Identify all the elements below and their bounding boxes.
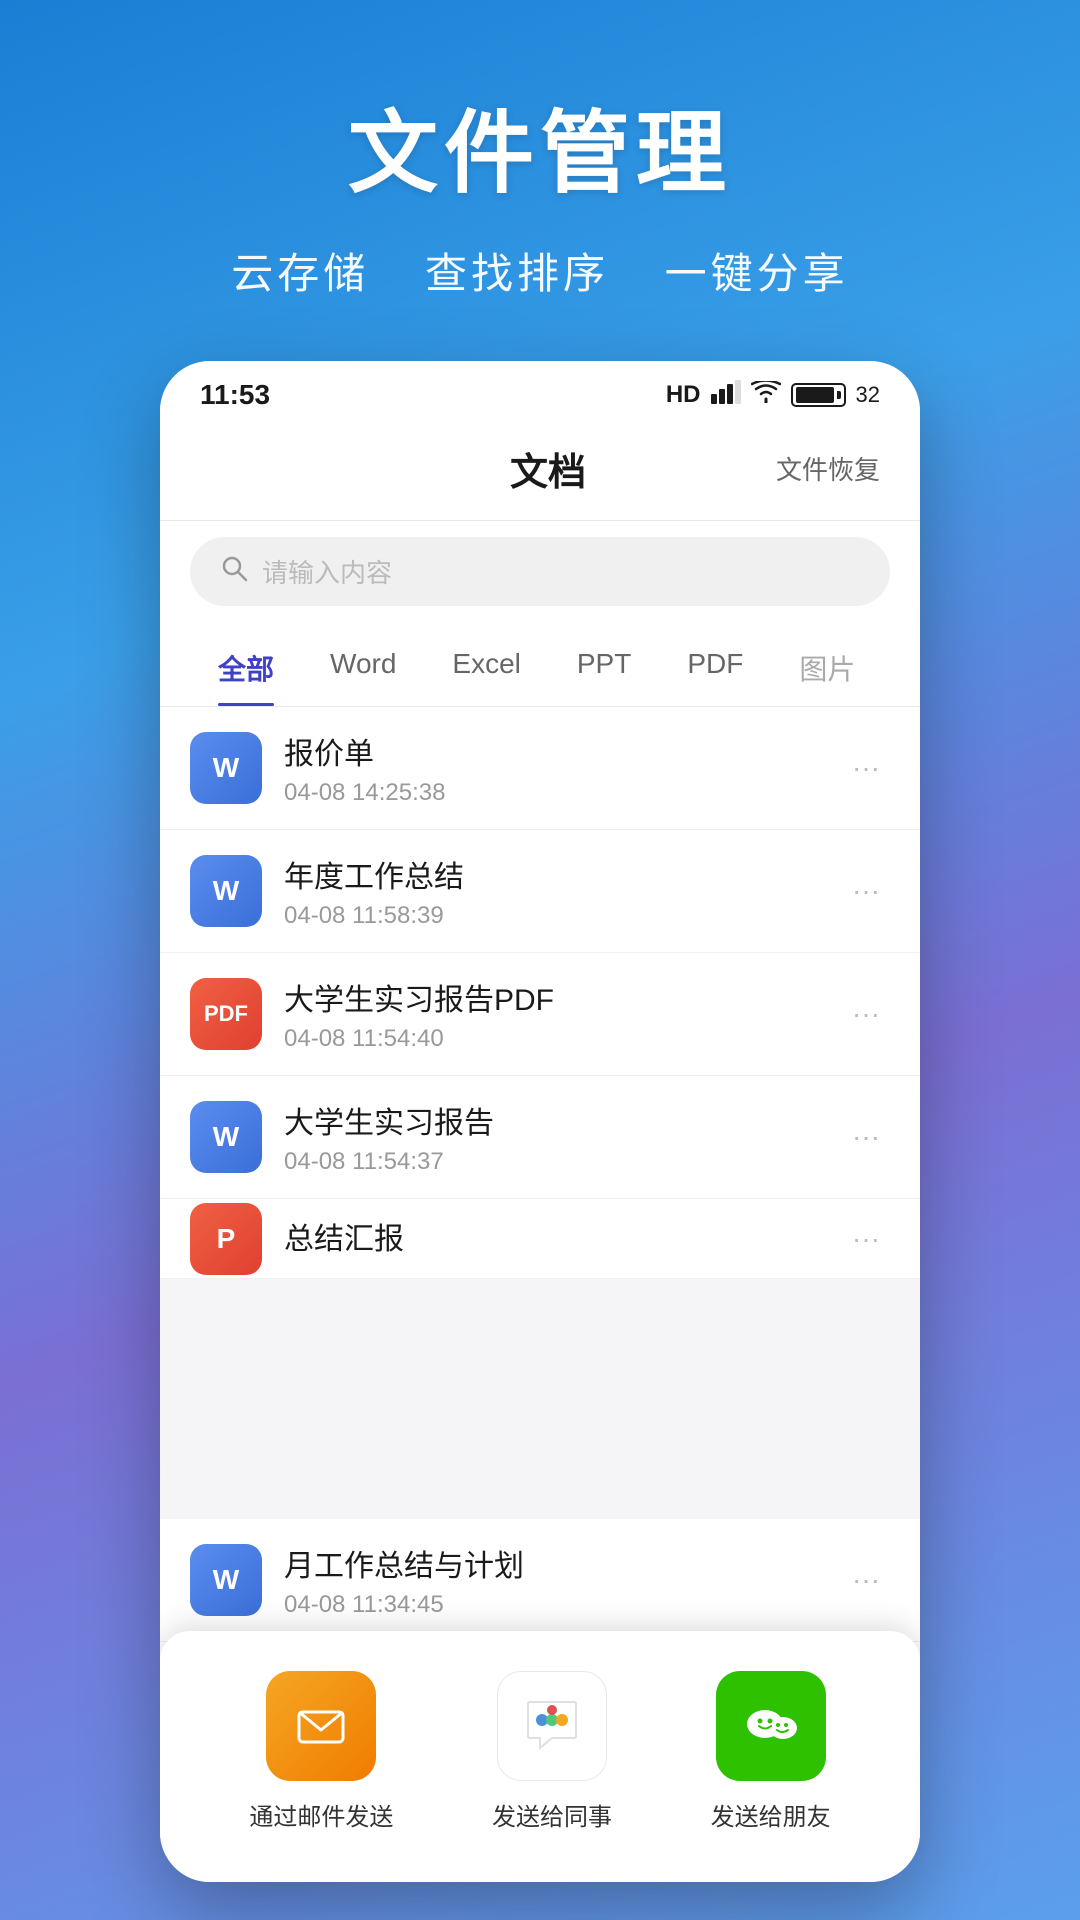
wechat-icon-svg [737,1692,805,1760]
file-item[interactable]: W 年度工作总结 04-08 11:58:39 ··· [160,830,920,953]
word-file-icon: W [190,1544,262,1616]
status-bar: 11:53 HD [160,361,920,421]
tab-all[interactable]: 全部 [190,626,302,706]
file-name: 月工作总结与计划 [284,1541,842,1585]
file-info: 年度工作总结 04-08 11:58:39 [284,852,842,930]
tab-img[interactable]: 图片 [771,626,883,706]
word-file-icon: W [190,1101,262,1173]
app-header: 文档 文件恢复 [160,421,920,521]
search-bar[interactable]: 请输入内容 [190,537,890,606]
email-share-icon [266,1671,376,1781]
tab-word[interactable]: Word [302,626,424,706]
email-icon-svg [291,1696,351,1756]
share-option-email[interactable]: 通过邮件发送 [249,1671,393,1832]
file-date: 04-08 11:58:39 [284,902,842,930]
phone-wrapper: 11:53 HD [0,361,1080,1882]
file-item[interactable]: W 报价单 04-08 14:25:38 ··· [160,707,920,830]
status-icons: HD [666,380,880,410]
search-container: 请输入内容 [160,521,920,626]
header-subtitle: 云存储 查找排序 一键分享 [40,240,1040,301]
file-name: 年度工作总结 [284,852,842,896]
battery-tip [837,391,841,399]
app-main-title: 文件管理 [40,80,1040,210]
more-options-button[interactable]: ··· [842,988,890,1040]
battery-level: 32 [856,382,880,408]
file-date: 04-08 14:25:38 [284,779,842,807]
ppt-file-icon: P [190,1203,262,1275]
subtitle-share: 一键分享 [665,250,849,297]
file-date: 04-08 11:34:45 [284,1591,842,1619]
wechat-share-icon [716,1671,826,1781]
file-item[interactable]: PDF 大学生实习报告PDF 04-08 11:54:40 ··· [160,953,920,1076]
more-options-button[interactable]: ··· [842,1554,890,1606]
tab-ppt[interactable]: PPT [549,626,659,706]
search-icon [220,554,248,589]
status-time: 11:53 [200,379,270,411]
more-options-button[interactable]: ··· [842,742,890,794]
word-file-icon: W [190,855,262,927]
subtitle-search: 查找排序 [425,250,609,297]
file-name: 大学生实习报告PDF [284,975,842,1019]
file-name: 大学生实习报告 [284,1098,842,1142]
wifi-icon [751,381,781,409]
page-title: 文档 [320,441,776,496]
file-info: 大学生实习报告PDF 04-08 11:54:40 [284,975,842,1053]
tab-excel[interactable]: Excel [424,626,548,706]
file-name: 总结汇报 [284,1214,842,1258]
battery-fill [796,387,834,403]
share-popup: 通过邮件发送 发送 [160,1631,920,1882]
file-info: 总结汇报 [284,1214,842,1264]
file-date: 04-08 11:54:40 [284,1025,842,1053]
share-options: 通过邮件发送 发送 [200,1671,880,1832]
file-info: 大学生实习报告 04-08 11:54:37 [284,1098,842,1176]
more-options-button[interactable]: ··· [842,1213,890,1265]
subtitle-cloud: 云存储 [231,250,369,297]
phone-container: 11:53 HD [160,361,920,1882]
more-options-button[interactable]: ··· [842,1111,890,1163]
file-list-upper: W 报价单 04-08 14:25:38 ··· W 年度工作总结 04-08 … [160,707,920,1279]
email-share-label: 通过邮件发送 [249,1797,393,1832]
battery-icon [791,383,846,407]
word-file-icon: W [190,732,262,804]
file-date: 04-08 11:54:37 [284,1148,842,1176]
share-option-colleague[interactable]: 发送给同事 [492,1671,612,1832]
tab-pdf[interactable]: PDF [659,626,771,706]
signal-bars-icon [711,380,741,410]
search-input-placeholder: 请输入内容 [262,553,392,590]
file-info: 报价单 04-08 14:25:38 [284,729,842,807]
pdf-file-icon: PDF [190,978,262,1050]
signal-icon: HD [666,381,701,409]
colleague-share-label: 发送给同事 [492,1797,612,1832]
wechat-share-label: 发送给朋友 [711,1797,831,1832]
header-section: 文件管理 云存储 查找排序 一键分享 [0,0,1080,361]
file-name: 报价单 [284,729,842,773]
more-options-button[interactable]: ··· [842,865,890,917]
colleague-icon-svg [520,1694,584,1758]
file-item[interactable]: W 大学生实习报告 04-08 11:54:37 ··· [160,1076,920,1199]
file-recovery-button[interactable]: 文件恢复 [776,450,880,487]
filter-tabs: 全部 Word Excel PPT PDF 图片 [160,626,920,707]
share-option-wechat[interactable]: 发送给朋友 [711,1671,831,1832]
colleague-share-icon [497,1671,607,1781]
file-info: 月工作总结与计划 04-08 11:34:45 [284,1541,842,1619]
file-item[interactable]: P 总结汇报 ··· [160,1199,920,1279]
file-item[interactable]: W 月工作总结与计划 04-08 11:34:45 ··· [160,1519,920,1642]
